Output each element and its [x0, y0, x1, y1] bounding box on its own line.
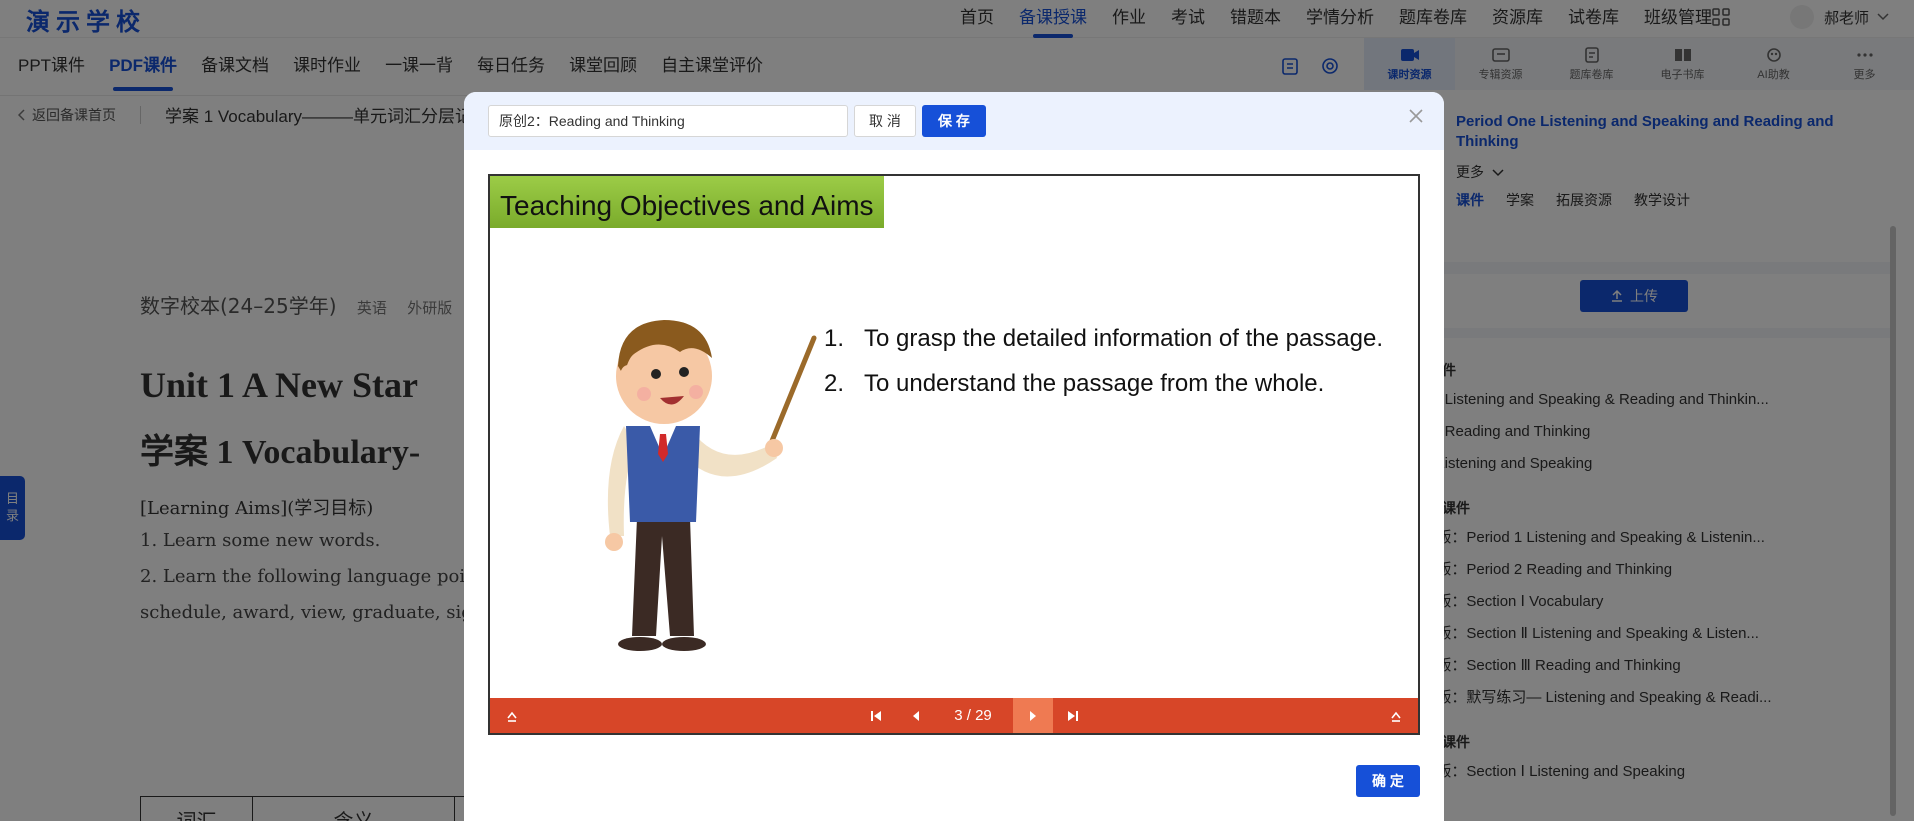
cancel-button[interactable]: 取 消 [854, 105, 916, 137]
courseware-name-input[interactable] [488, 105, 848, 137]
item-text: To grasp the detailed information of the… [864, 325, 1383, 352]
triangle-left-icon [913, 710, 919, 721]
save-button[interactable]: 保 存 [922, 105, 986, 137]
skip-first-icon [871, 710, 881, 721]
menu-icon [507, 711, 517, 722]
menu-right-button[interactable] [1376, 698, 1416, 733]
list-item: 2. To understand the passage from the wh… [824, 361, 1384, 406]
courseware-preview-modal: 取 消 保 存 Teaching Objectives and Aims [464, 92, 1444, 821]
page-indicator: 3 / 29 [954, 707, 992, 724]
previous-slide-button[interactable] [896, 698, 936, 733]
slide-controls: 3 / 29 [490, 698, 1418, 733]
slide-viewer: Teaching Objectives and Aims 1. To grasp… [488, 174, 1420, 735]
skip-last-icon [1068, 710, 1078, 721]
last-slide-button[interactable] [1053, 698, 1093, 733]
first-slide-button[interactable] [856, 698, 896, 733]
next-slide-button[interactable] [1013, 698, 1053, 733]
item-number: 2. [824, 370, 845, 397]
list-item: 1. To grasp the detailed information of … [824, 316, 1384, 361]
menu-icon [1391, 711, 1401, 722]
menu-left-button[interactable] [492, 698, 532, 733]
slide-heading: Teaching Objectives and Aims [490, 176, 884, 228]
teacher-illustration [605, 320, 817, 651]
close-icon[interactable] [1406, 106, 1426, 126]
triangle-right-icon [1030, 710, 1036, 721]
modal-header: 取 消 保 存 [464, 92, 1444, 150]
item-text: To understand the passage from the whole… [864, 370, 1325, 397]
objectives-list: 1. To grasp the detailed information of … [824, 316, 1384, 406]
confirm-button[interactable]: 确 定 [1356, 765, 1420, 797]
item-number: 1. [824, 325, 845, 352]
